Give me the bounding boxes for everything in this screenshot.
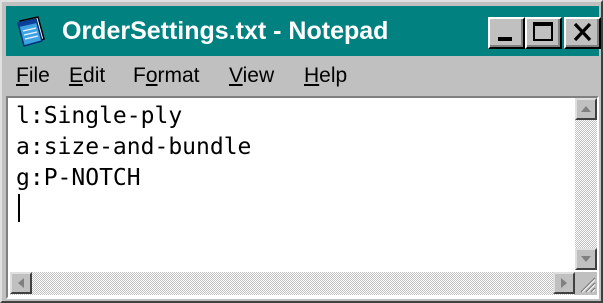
menu-file-accel: F <box>16 64 29 87</box>
menu-bar: File Edit Format View Help <box>6 58 599 92</box>
scroll-down-icon <box>581 256 591 262</box>
size-grip[interactable] <box>575 272 597 295</box>
maximize-icon <box>533 22 553 41</box>
minimize-icon <box>498 37 512 41</box>
maximize-button[interactable] <box>525 17 562 49</box>
menu-help[interactable]: Help <box>304 62 347 90</box>
menu-file[interactable]: File <box>16 62 50 90</box>
notepad-icon[interactable] <box>14 15 48 47</box>
menu-format-pre: F <box>133 64 146 87</box>
menu-view-accel: V <box>229 64 243 87</box>
text-line: g:P-NOTCH <box>16 165 141 191</box>
title-bar[interactable]: OrderSettings.txt - Notepad <box>6 6 601 56</box>
menu-file-label: ile <box>28 64 50 87</box>
close-button[interactable] <box>564 17 601 49</box>
window-title: OrderSettings.txt - Notepad <box>62 17 389 45</box>
close-icon <box>573 22 592 42</box>
menu-format-accel: o <box>145 64 158 87</box>
menu-view[interactable]: View <box>229 62 274 90</box>
horizontal-scrollbar[interactable] <box>10 272 575 295</box>
resize-grip-icon <box>580 277 596 293</box>
menu-edit[interactable]: Edit <box>69 62 105 90</box>
menu-edit-accel: E <box>69 64 84 87</box>
menu-format[interactable]: Format <box>133 62 200 90</box>
text-editor[interactable]: l:Single-ply a:size-and-bundle g:P-NOTCH <box>10 100 578 272</box>
scroll-left-icon <box>18 278 24 288</box>
menu-edit-label: dit <box>83 64 106 87</box>
scroll-right-button[interactable] <box>553 272 575 294</box>
edit-frame: l:Single-ply a:size-and-bundle g:P-NOTCH <box>6 96 599 299</box>
text-line: a:size-and-bundle <box>16 134 252 160</box>
scroll-right-icon <box>561 278 567 288</box>
menu-help-accel: H <box>304 64 320 87</box>
text-caret <box>18 194 20 222</box>
menu-help-label: elp <box>319 64 348 87</box>
text-line: l:Single-ply <box>16 103 183 129</box>
scroll-up-button[interactable] <box>575 98 597 120</box>
minimize-button[interactable] <box>488 17 525 49</box>
scroll-down-button[interactable] <box>575 248 597 270</box>
scroll-left-button[interactable] <box>10 272 32 294</box>
vertical-scrollbar[interactable] <box>575 98 597 270</box>
menu-view-label: iew <box>242 64 275 87</box>
menu-format-label: rmat <box>157 64 200 87</box>
notepad-window: OrderSettings.txt - Notepad File Edit Fo… <box>0 0 603 303</box>
scroll-up-icon <box>581 106 591 112</box>
